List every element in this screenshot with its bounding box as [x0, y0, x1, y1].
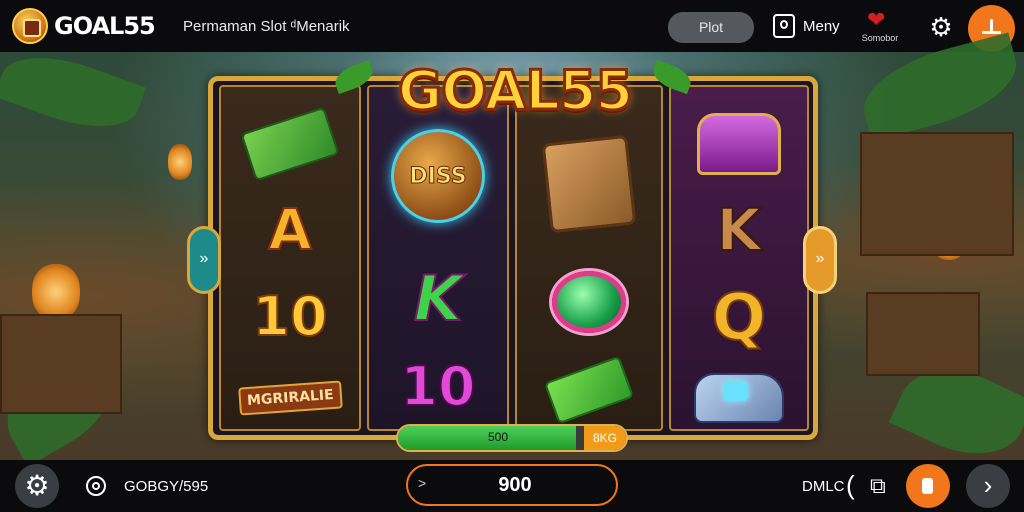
heart-label: Somobor: [861, 33, 899, 43]
lantern: [168, 144, 192, 180]
spin-button[interactable]: [906, 464, 950, 508]
reel-2: DISS K 10: [367, 85, 509, 431]
progress-tail-label: 8KG: [584, 426, 626, 450]
symbol-q: Q: [711, 280, 767, 356]
heart-icon[interactable]: ❤: [867, 9, 889, 31]
cash-icon: [543, 355, 635, 425]
slot-symbol: [221, 101, 359, 187]
gear-icon[interactable]: ⚙: [928, 14, 954, 40]
symbol-10: 10: [399, 354, 476, 419]
wooden-crate: [866, 292, 980, 376]
slot-symbol: [671, 355, 807, 441]
slot-symbol: A: [221, 187, 359, 273]
bet-value: 900: [498, 474, 532, 496]
slot-symbol: Q: [671, 275, 807, 361]
chevron-right-icon[interactable]: >: [418, 475, 426, 491]
reel-1: A 10 MGRIRALIE: [219, 85, 361, 431]
reel-3: [515, 85, 663, 431]
slot-symbol: [517, 259, 661, 345]
target-icon[interactable]: [86, 476, 106, 496]
progress-fill: [398, 426, 576, 450]
lantern: [32, 264, 80, 320]
symbol-10: 10: [251, 284, 328, 349]
menu-label[interactable]: Meny: [803, 18, 840, 35]
progress-label: 500: [488, 430, 509, 444]
slot-symbol: MGRIRALIE: [221, 355, 359, 441]
wooden-crate: [0, 314, 122, 414]
balance-label: GOBGY/595: [124, 478, 209, 495]
progress-bar: 500 8KG: [396, 424, 628, 452]
cash-stack-icon: [240, 106, 340, 182]
scroll-sign-symbol: MGRIRALIE: [237, 380, 343, 416]
phone-menu-icon[interactable]: [773, 14, 795, 38]
slot-machine-frame: A 10 MGRIRALIE DISS K 10 K Q: [208, 76, 818, 440]
chevron-right-icon[interactable]: ›: [966, 464, 1010, 508]
gem-icon: [552, 271, 626, 333]
slot-symbol: [517, 134, 661, 234]
slot-symbol: DISS: [369, 129, 507, 223]
leaf-decoration: [0, 39, 147, 145]
symbol-a: A: [267, 197, 312, 264]
game-logo: GOAL55: [396, 58, 634, 124]
share-icon[interactable]: ⧉: [870, 474, 894, 498]
next-arrow-button[interactable]: »: [803, 226, 837, 294]
slot-symbol: K: [671, 187, 807, 273]
brand-title[interactable]: GOAL55: [54, 12, 156, 40]
slot-symbol: 10: [221, 273, 359, 359]
bracket-icon: (: [846, 470, 855, 500]
mode-label[interactable]: DMLC: [802, 478, 845, 495]
gear-icon[interactable]: ⚙: [15, 464, 59, 508]
chest-icon: [697, 113, 781, 175]
slot-symbol: 10: [369, 343, 507, 429]
symbol-k: K: [716, 195, 763, 265]
slot-symbol: [517, 347, 661, 433]
slot-symbol: K: [369, 255, 507, 341]
disc-symbol: DISS: [391, 129, 485, 223]
tagline: Permaman Slot ᵈMenarik: [183, 18, 350, 35]
jungle-hut: [860, 132, 1014, 256]
reel-4: K Q: [669, 85, 809, 431]
mascot-logo-icon[interactable]: [12, 8, 48, 44]
cart-icon: [694, 373, 784, 423]
previous-arrow-button[interactable]: »: [187, 226, 221, 294]
totem-icon: [541, 134, 637, 234]
symbol-k: K: [413, 261, 463, 336]
plot-button[interactable]: Plot: [668, 12, 754, 43]
slot-symbol: [671, 101, 807, 187]
